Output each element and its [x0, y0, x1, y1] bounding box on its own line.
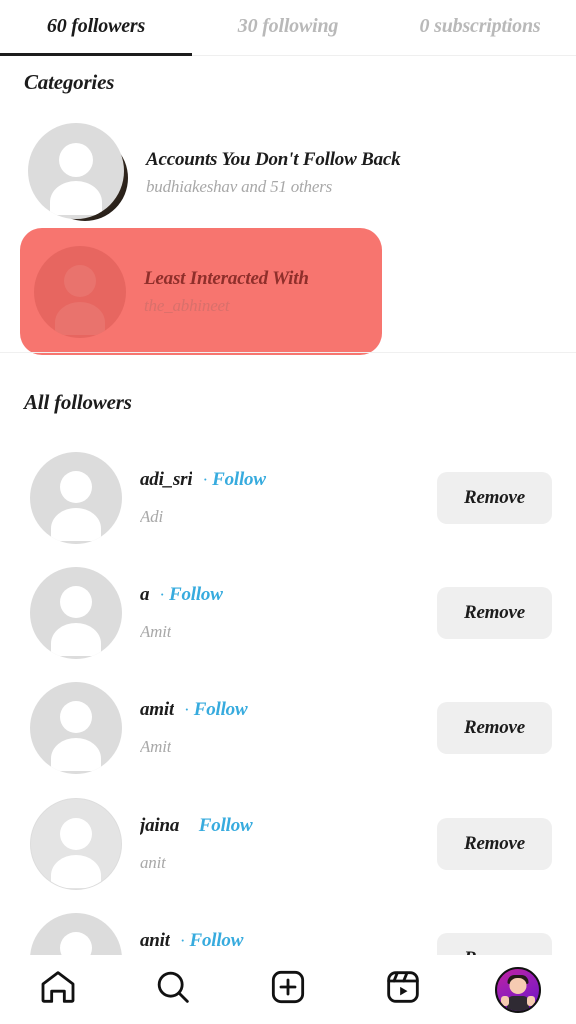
follow-link[interactable]: Follow: [194, 699, 248, 721]
follower-username: anit: [140, 929, 170, 951]
separator-dot: ·: [184, 699, 190, 719]
profile-avatar-icon: [495, 966, 542, 1013]
follower-username: jaina: [140, 814, 180, 836]
category-accounts-you-dont-follow-back[interactable]: Accounts You Don't Follow Back budhiakes…: [28, 123, 401, 223]
follower-username: adi_sri: [140, 468, 193, 490]
nav-create[interactable]: [256, 962, 320, 1018]
category-text: Accounts You Don't Follow Back budhiakes…: [146, 149, 401, 197]
person-glyph: [30, 567, 122, 659]
tab-followers[interactable]: 60 followers: [0, 0, 192, 56]
person-glyph: [30, 452, 122, 544]
tab-subscriptions-label: 0 subscriptions: [419, 14, 541, 37]
category-subtitle: the_abhineet: [144, 295, 230, 315]
all-followers-section-title: All followers: [24, 390, 132, 414]
person-glyph: [34, 246, 126, 338]
follower-username-line: adi_sri · Follow: [140, 469, 266, 491]
tab-subscriptions[interactable]: 0 subscriptions: [384, 0, 576, 56]
placeholder-avatar-icon: [34, 245, 126, 338]
follow-link[interactable]: Follow: [212, 469, 266, 491]
active-tab-indicator: [0, 53, 192, 56]
tab-followers-label: 60 followers: [46, 14, 146, 37]
bottom-navigation-bar: [0, 955, 576, 1024]
nav-home[interactable]: [26, 962, 90, 1018]
follower-username-line: anit · Follow: [140, 930, 243, 952]
follower-info: adi_sri · Follow Adi: [140, 461, 390, 535]
section-divider: [0, 352, 576, 353]
tab-following-label: 30 following: [237, 14, 339, 37]
follower-info: a · Follow Amit: [140, 576, 390, 650]
category-subtitle: budhiakeshav and 51 others: [146, 177, 333, 196]
tab-bar: 60 followers 30 following 0 subscription…: [0, 0, 576, 56]
follow-link[interactable]: Follow: [199, 815, 253, 837]
add-icon: [268, 967, 308, 1012]
follower-row[interactable]: amit · Follow Amit Remove: [0, 670, 576, 785]
follower-username: a: [140, 583, 150, 605]
search-icon: [153, 967, 193, 1012]
separator-dot: ·: [159, 584, 165, 604]
placeholder-avatar-icon: [28, 123, 124, 219]
separator-dot: ·: [179, 930, 186, 950]
remove-button[interactable]: Remove: [437, 817, 552, 870]
person-glyph: [30, 682, 122, 774]
follow-link[interactable]: Follow: [190, 930, 244, 952]
nav-search[interactable]: [141, 962, 205, 1018]
person-glyph: [28, 123, 124, 219]
remove-button[interactable]: Remove: [437, 471, 552, 524]
remove-button[interactable]: Remove: [437, 701, 552, 754]
placeholder-avatar-icon: [30, 451, 122, 544]
category-text: Least Interacted With the_abhineet: [144, 268, 309, 316]
categories-section-title: Categories: [24, 70, 115, 94]
follower-row[interactable]: a · Follow Amit Remove: [0, 555, 576, 670]
category-least-interacted-with[interactable]: Least Interacted With the_abhineet: [20, 228, 382, 355]
separator-dot: ·: [202, 469, 209, 489]
home-icon: [38, 967, 78, 1012]
reels-icon: [383, 967, 423, 1012]
follower-username-line: a · Follow: [140, 584, 223, 606]
followers-screen: 60 followers 30 following 0 subscription…: [0, 0, 576, 1024]
nav-reels[interactable]: [371, 962, 435, 1018]
follower-username-line: jaina · Follow: [140, 815, 253, 837]
tab-following[interactable]: 30 following: [192, 0, 384, 56]
placeholder-avatar-icon: [30, 566, 122, 659]
nav-profile[interactable]: [486, 962, 550, 1018]
follow-link[interactable]: Follow: [169, 584, 223, 606]
follower-fullname: Amit: [140, 621, 172, 641]
follower-username: amit: [140, 698, 175, 720]
person-glyph: [31, 799, 121, 889]
category-avatar-stack: [28, 123, 128, 223]
follower-row[interactable]: adi_sri · Follow Adi Remove: [0, 440, 576, 555]
follower-username-line: amit · Follow: [140, 698, 248, 721]
follower-fullname: Adi: [140, 506, 164, 526]
follower-fullname: anit: [140, 852, 166, 872]
remove-button[interactable]: Remove: [437, 586, 552, 639]
follower-info: jaina · Follow anit: [140, 807, 390, 881]
placeholder-avatar-icon: [30, 681, 122, 774]
category-title: Least Interacted With: [144, 267, 309, 289]
category-title: Accounts You Don't Follow Back: [146, 149, 401, 170]
follower-fullname: Amit: [140, 736, 172, 756]
follower-info: amit · Follow Amit: [140, 691, 390, 765]
follower-row[interactable]: jaina · Follow anit Remove: [0, 786, 576, 901]
placeholder-avatar-icon: [30, 797, 122, 890]
